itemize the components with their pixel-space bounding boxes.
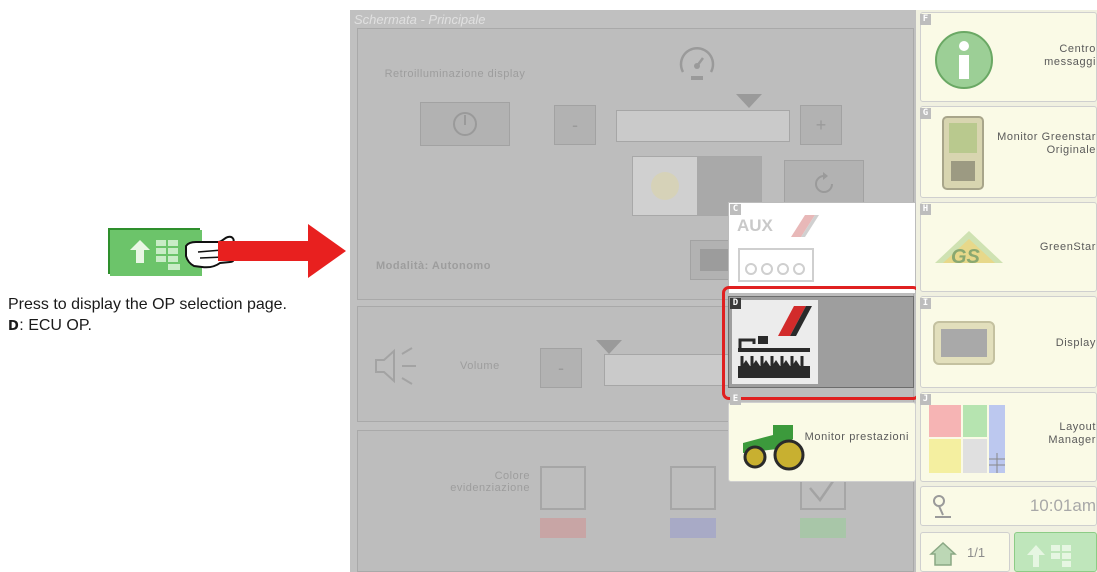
backlight-slider[interactable] (616, 110, 790, 142)
speedometer-icon (679, 47, 715, 80)
aux-tile[interactable]: AUX (728, 202, 916, 294)
tile-letter-h: H (920, 204, 931, 215)
op-selection-button[interactable] (1014, 532, 1097, 572)
home-icon (929, 541, 957, 566)
performance-monitor-label: Monitor prestazioni (804, 431, 909, 443)
layout-manager-tile[interactable]: Layout Manager (920, 392, 1097, 482)
volume-slider[interactable] (604, 354, 734, 386)
op-selection-button-icon (1027, 545, 1071, 567)
green-color-chip (800, 518, 846, 538)
refresh-button[interactable] (784, 160, 864, 208)
sprayer-implement-icon (738, 306, 812, 378)
tile-letter-e: E (730, 394, 741, 405)
highlight-color-label: Colore evidenziazione (450, 470, 530, 494)
ecu-op-tile[interactable] (728, 296, 914, 388)
backlight-minus-button[interactable]: - (554, 105, 596, 145)
display-device-icon (933, 321, 995, 365)
message-center-label: Centro messaggi (1044, 43, 1096, 68)
speaker-icon (375, 347, 416, 385)
backlight-slider-thumb[interactable] (736, 94, 762, 108)
tile-letter-c: C (730, 204, 741, 215)
home-page-button[interactable]: 1/1 (920, 532, 1010, 572)
greenstar-label: GreenStar (1039, 241, 1096, 253)
aux-text: AUX (737, 216, 774, 235)
performance-monitor-tile[interactable]: Monitor prestazioni (728, 402, 916, 482)
display-label: Display (1055, 337, 1096, 349)
tile-letter-j: J (920, 394, 931, 405)
page-indicator: 1/1 (967, 545, 986, 560)
pointing-hand-and-arrow (185, 224, 346, 278)
display-screen: Schermata - Principale Retroilluminazion… (350, 10, 1097, 572)
highlight-swatch-blue[interactable] (670, 466, 716, 510)
callout-letter: D (8, 319, 20, 334)
greenstar-tile[interactable]: GS GreenStar (920, 202, 1097, 292)
mode-label: Modalità: Autonomo (376, 260, 491, 272)
greenstar-logo-icon: GS (935, 231, 1003, 268)
tile-letter-g: G (920, 108, 931, 119)
original-greenstar-monitor-tile[interactable]: Monitor Greenstar Originale (920, 106, 1097, 198)
joystick-icon (933, 495, 951, 518)
aux-implement-icon: AUX (737, 215, 819, 282)
ecu-op-icon-bg (732, 300, 818, 384)
callout-description: : ECU OP. (19, 317, 92, 334)
tile-letter-i: I (920, 298, 931, 309)
power-icon (453, 112, 477, 136)
volume-slider-thumb[interactable] (596, 340, 622, 354)
volume-minus-button[interactable]: - (540, 348, 582, 388)
original-greenstar-monitor-label: Monitor Greenstar Originale (997, 131, 1096, 156)
backlight-label: Retroilluminazione display (384, 68, 526, 80)
blue-color-chip (670, 518, 716, 538)
layout-manager-label: Layout Manager (1048, 421, 1096, 446)
screen-title: Schermata - Principale (354, 12, 486, 27)
highlight-swatch-red[interactable] (540, 466, 586, 510)
info-icon (935, 31, 993, 89)
greenstar-logo-text: GS (951, 246, 981, 268)
message-center-tile[interactable]: Centro messaggi (920, 12, 1097, 102)
status-bar: 10:01am (920, 486, 1097, 526)
display-tile[interactable]: Display (920, 296, 1097, 388)
backlight-plus-button[interactable]: + (800, 105, 842, 145)
red-color-chip (540, 518, 586, 538)
layout-grid-icon (929, 405, 1005, 473)
backlight-power-button[interactable] (420, 102, 510, 146)
instruction-note: Press to display the OP selection page. … (8, 294, 348, 337)
tile-letter-d: D (730, 298, 741, 309)
instruction-text: Press to display the OP selection page. (8, 296, 287, 313)
volume-label: Volume (460, 360, 500, 372)
greenstar-monitor-icon (942, 116, 984, 190)
clock-time: 10:01am (1029, 496, 1096, 515)
refresh-icon (815, 172, 833, 193)
tile-letter-f: F (920, 14, 931, 25)
